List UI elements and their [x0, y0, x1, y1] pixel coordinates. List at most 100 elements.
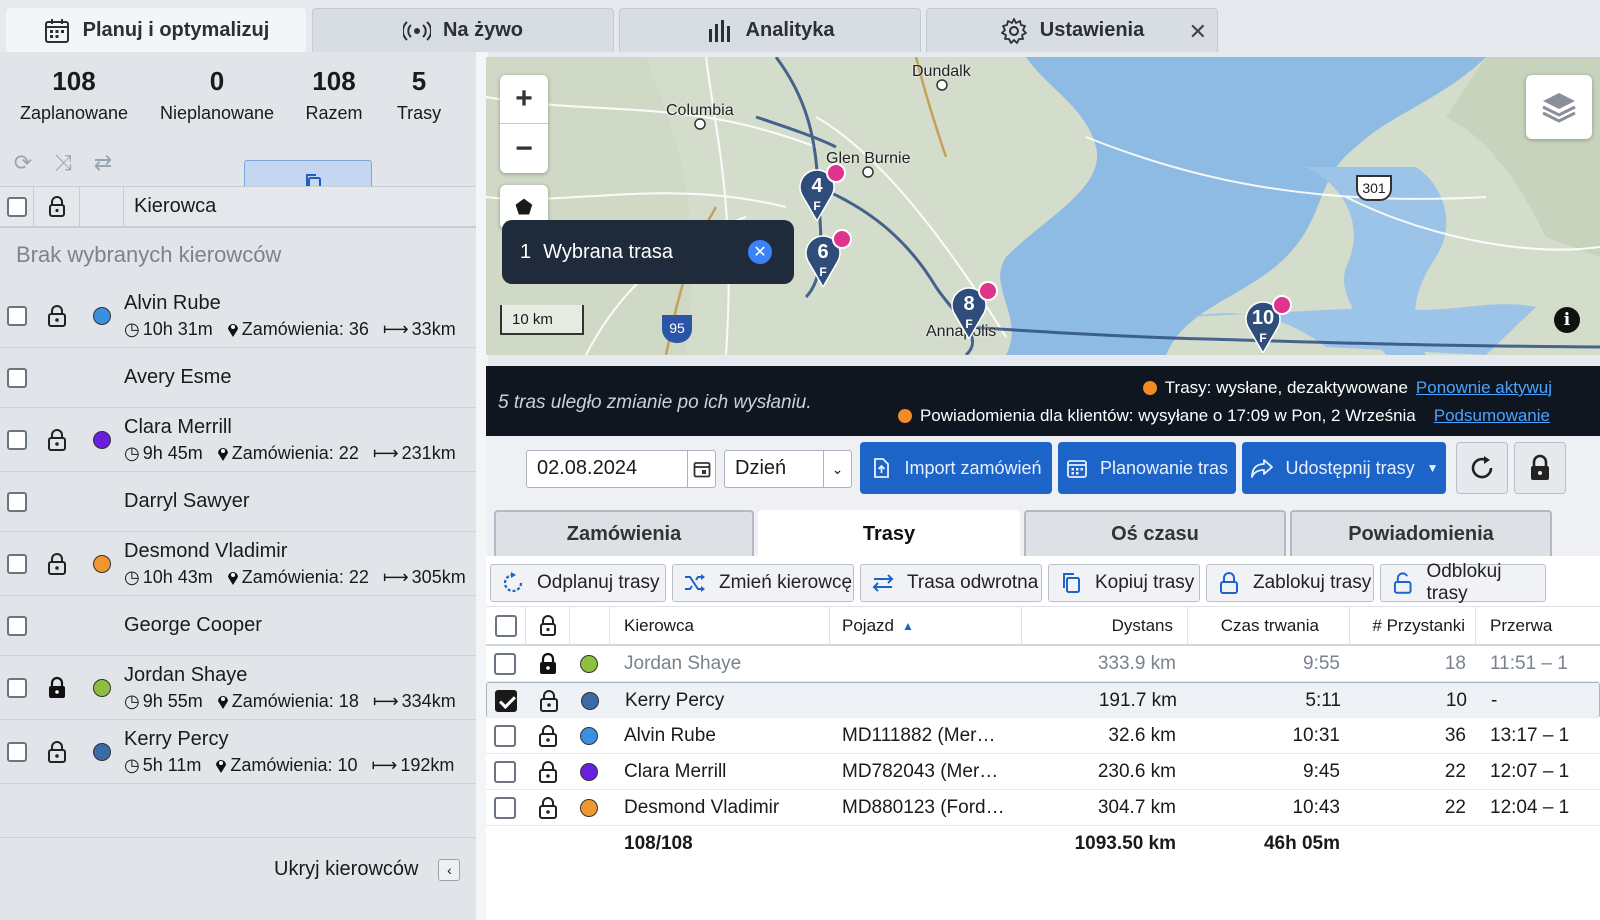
col-distance[interactable]: Dystans [1022, 607, 1188, 645]
unplan-routes-button[interactable]: Odplanuj trasy [490, 564, 666, 602]
tab-live[interactable]: Na żywo [312, 8, 614, 52]
col-stops[interactable]: # Przystanki [1350, 607, 1476, 645]
driver-checkbox[interactable] [7, 305, 27, 326]
driver-row[interactable]: Desmond Vladimir ◷ 10h 43m Zamówienia: 22 ⟼ 3… [0, 532, 476, 596]
lock-icon[interactable] [538, 646, 562, 682]
clear-selection-icon[interactable]: ✕ [748, 240, 772, 264]
zoom-in-button[interactable]: + [500, 75, 548, 124]
tab-timeline[interactable]: Oś czasu [1024, 510, 1286, 556]
driver-meta: ◷ 5h 11m Zamówienia: 10 ⟼ 192km [124, 755, 454, 776]
driver-row[interactable]: George Cooper [0, 596, 476, 656]
zoom-out-button[interactable]: − [500, 124, 548, 173]
copy-routes-button[interactable]: Kopiuj trasy [1048, 564, 1200, 602]
change-driver-button[interactable]: Zmień kierowcę [672, 564, 854, 602]
driver-checkbox[interactable] [7, 553, 27, 574]
stat-value: 108 [312, 66, 356, 96]
layers-icon[interactable] [1526, 75, 1592, 139]
row-checkbox[interactable] [494, 761, 516, 783]
summary-link[interactable]: Podsumowanie [1434, 406, 1550, 426]
shuffle-icon[interactable]: ⤨ [46, 146, 80, 180]
distance-icon: ⟼ [372, 442, 399, 463]
info-icon[interactable]: i [1554, 307, 1580, 333]
route-stop-pin[interactable]: 6F [804, 229, 852, 289]
tab-notifications[interactable]: Powiadomienia [1290, 510, 1552, 556]
row-checkbox[interactable] [494, 725, 516, 747]
table-row[interactable]: Kerry Percy 191.7 km 5:11 10 - [486, 682, 1600, 718]
copy-icon [1063, 573, 1080, 593]
driver-checkbox[interactable] [7, 491, 27, 512]
tab-settings[interactable]: Ustawienia ✕ [926, 8, 1218, 52]
unlock-icon[interactable] [34, 740, 80, 764]
tab-analytics[interactable]: Analityka [619, 8, 921, 52]
broadcast-icon [402, 20, 431, 41]
driver-row[interactable]: Alvin Rube ◷ 10h 31m Zamówienia: 36 ⟼ 33km [0, 284, 476, 348]
share-routes-button[interactable]: Udostępnij trasy ▼ [1242, 442, 1446, 494]
cell-vehicle [843, 683, 1019, 719]
driver-row[interactable]: Darryl Sawyer [0, 472, 476, 532]
table-row[interactable]: Alvin Rube MD111882 (Mer… 32.6 km 10:31 36 13… [486, 718, 1600, 754]
driver-row[interactable]: Avery Esme [0, 348, 476, 408]
tab-routes[interactable]: Trasy [758, 510, 1020, 556]
import-orders-button[interactable]: Import zamówień [860, 442, 1052, 494]
calendar-icon[interactable] [687, 451, 715, 487]
unlock-icon[interactable] [34, 304, 80, 328]
lock-icon[interactable] [34, 676, 80, 700]
tab-plan-optimize[interactable]: Planuj i optymalizuj [6, 8, 306, 52]
unlock-icon[interactable] [538, 790, 562, 826]
unlock-icon[interactable] [538, 718, 562, 754]
driver-checkbox[interactable] [7, 677, 27, 698]
period-select[interactable]: Dzień ⌄ [724, 450, 852, 488]
select-all-checkbox[interactable] [6, 196, 27, 217]
unlock-icon[interactable] [34, 428, 80, 452]
route-stop-pin[interactable]: 8F [950, 281, 998, 341]
stat-label: Razem [305, 103, 363, 123]
driver-checkbox[interactable] [7, 429, 27, 450]
map-background [486, 57, 1600, 355]
stats-summary: 108 Zaplanowane 0 Nieplanowane 108 Razem 5 T… [0, 66, 470, 138]
close-icon[interactable]: ✕ [1189, 19, 1207, 45]
row-checkbox[interactable] [494, 797, 516, 819]
route-map[interactable]: Dundalk Columbia Glen Burnie Annapolis 3… [486, 57, 1600, 355]
lock-routes-button[interactable]: Zablokuj trasy [1206, 564, 1374, 602]
col-duration[interactable]: Czas trwania [1188, 607, 1350, 645]
driver-checkbox[interactable] [7, 741, 27, 762]
route-planning-button[interactable]: Planowanie tras [1058, 442, 1236, 494]
unlock-icon[interactable] [539, 683, 563, 719]
table-row[interactable]: Jordan Shaye 333.9 km 9:55 18 11:51 – 1 [486, 646, 1600, 682]
tab-orders[interactable]: Zamówienia [494, 510, 754, 556]
notification-badge-icon [978, 281, 998, 301]
date-field[interactable]: 02.08.2024 [526, 450, 716, 488]
hide-drivers-toggle[interactable]: Ukryj kierowców ‹ [274, 858, 461, 881]
chevron-left-icon[interactable]: ‹ [438, 858, 461, 881]
unlock-routes-button[interactable]: Odblokuj trasy [1380, 561, 1546, 604]
driver-row[interactable]: Clara Merrill ◷ 9h 45m Zamówienia: 22 ⟼ 231km [0, 408, 476, 472]
col-driver[interactable]: Kierowca [610, 607, 830, 645]
row-checkbox[interactable] [495, 690, 517, 712]
row-checkbox[interactable] [494, 653, 516, 675]
route-stop-pin[interactable]: 4F [798, 163, 846, 223]
reactivate-link[interactable]: Ponownie aktywuj [1416, 378, 1552, 398]
cell-duration: 10:43 [1292, 797, 1340, 818]
table-row[interactable]: Clara Merrill MD782043 (Mer… 230.6 km 9:45 2… [486, 754, 1600, 790]
distance-icon: ⟼ [372, 690, 399, 711]
refresh-icon[interactable]: ⟳ [6, 146, 40, 180]
route-stop-pin[interactable]: 10 F [1244, 295, 1292, 355]
driver-row[interactable]: Jordan Shaye ◷ 9h 55m Zamówienia: 18 ⟼ 334km [0, 656, 476, 720]
swap-icon[interactable]: ⇄ [86, 146, 120, 180]
unlock-icon[interactable] [538, 754, 562, 790]
calendar-icon [1067, 460, 1087, 478]
cell-driver: Clara Merrill [624, 761, 727, 782]
table-row[interactable]: Desmond Vladimir MD880123 (Ford… 304.7 km 1… [486, 790, 1600, 826]
refresh-button[interactable] [1456, 442, 1508, 494]
select-all-checkbox[interactable] [494, 615, 517, 637]
stat-routes: 5 Trasy [386, 66, 452, 124]
driver-checkbox[interactable] [7, 367, 27, 388]
reverse-route-button[interactable]: Trasa odwrotna [860, 564, 1042, 602]
col-break[interactable]: Przerwa [1476, 607, 1600, 645]
driver-row[interactable]: Kerry Percy ◷ 5h 11m Zamówienia: 10 ⟼ 192km [0, 720, 476, 784]
col-vehicle[interactable]: Pojazd ▲ [830, 607, 1022, 645]
unlock-icon[interactable] [34, 552, 80, 576]
driver-checkbox[interactable] [7, 615, 27, 636]
route-color-dot [580, 655, 598, 673]
lock-button[interactable] [1514, 442, 1566, 494]
